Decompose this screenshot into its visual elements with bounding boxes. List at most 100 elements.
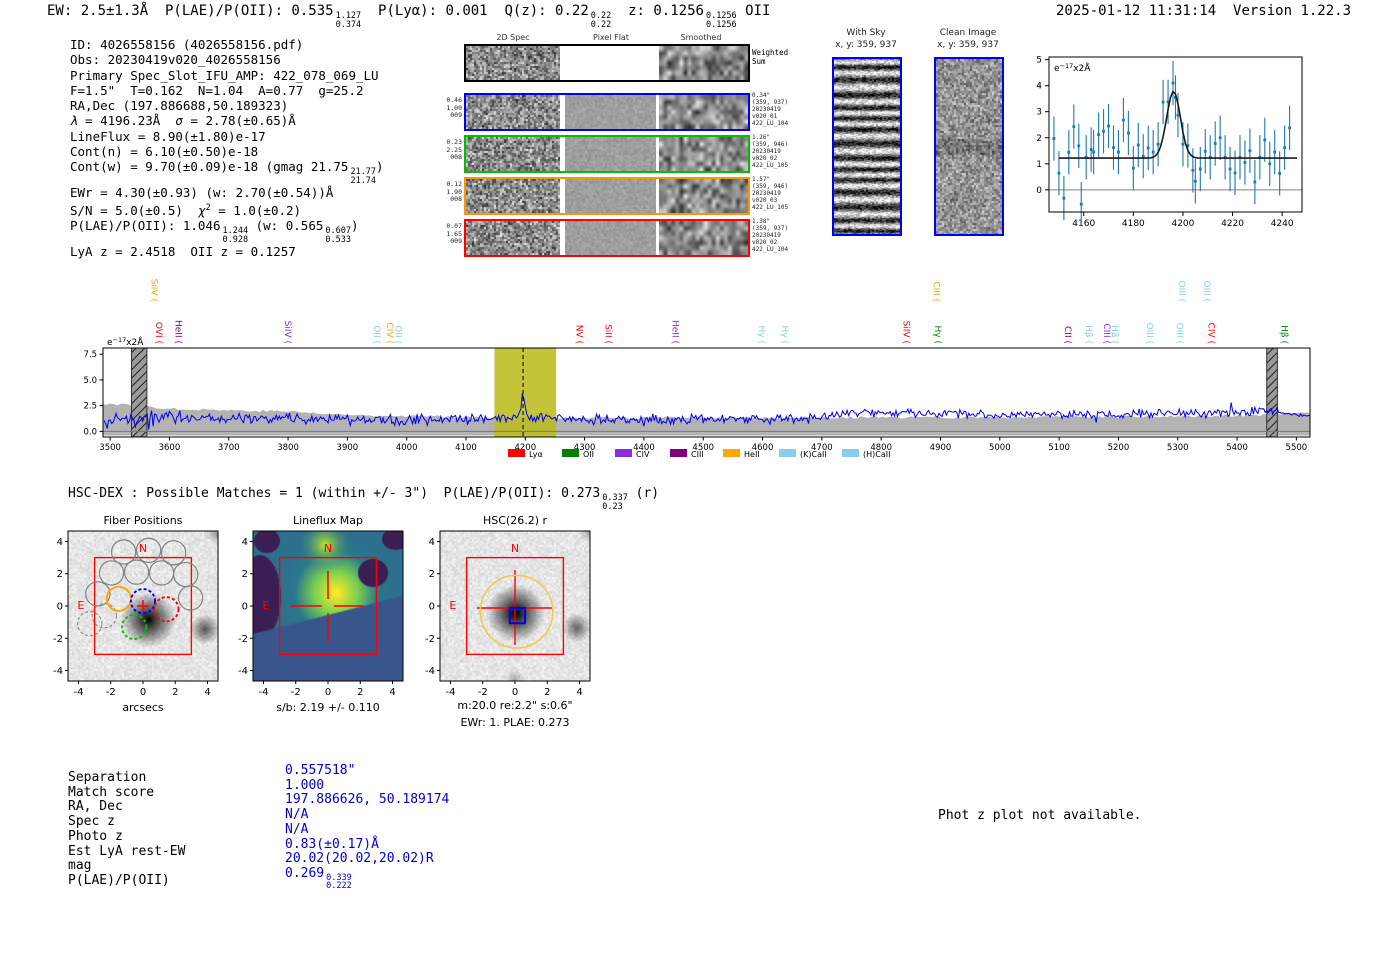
emission-line-label: Hβ ( <box>1083 325 1093 344</box>
fit-data-point <box>1079 202 1083 206</box>
fiber-circle-gray <box>173 561 199 588</box>
emission-line-label: NV ( <box>573 325 583 344</box>
fit-x-tick-label: 4160 <box>1072 219 1095 229</box>
fiber-circle-gray <box>98 560 125 586</box>
smoothed-image <box>659 221 748 255</box>
fit-data-point <box>1067 150 1071 154</box>
emission-line-label: CIV ( <box>1206 323 1216 344</box>
match-field-label: Est LyA rest-EW <box>68 843 186 859</box>
fit-y-tick-label: 2 <box>1036 134 1042 144</box>
spec2d-row-left-labels: 0.07 1.65 009 <box>446 222 462 245</box>
match-field-value: 0.557518" <box>285 763 356 778</box>
fit-data-point <box>1228 167 1232 171</box>
fit-data-point <box>1243 161 1247 164</box>
hsc-north-label: N <box>511 542 519 555</box>
spec-x-tick-label: 3500 <box>99 443 121 453</box>
fiber-circle-gray <box>177 585 204 611</box>
clean-image-coords: x, y: 359, 937 <box>937 39 999 50</box>
legend-label: (H)CaII <box>863 450 890 459</box>
spec2d-image <box>466 46 560 80</box>
fit-data-point <box>1141 154 1145 158</box>
fiber-x-tick-label: 4 <box>204 687 210 698</box>
fit-data-point <box>1146 146 1150 150</box>
lineflux-north-label: N <box>324 542 332 555</box>
cutout-maps-overlay: Fiber Positions -4 -4 -2 -2 0 0 2 2 4 4 N E Lineflux … <box>53 514 591 729</box>
emission-line-label: Hβ ( <box>1109 325 1119 344</box>
match-field-label: Match score <box>68 784 155 800</box>
fit-data-point <box>1077 144 1081 148</box>
emission-line-label: OIII ( <box>1201 281 1211 302</box>
fit-x-tick-label: 4240 <box>1271 219 1294 229</box>
info-line: P(LAE)/P(OII): 1.046 1.244 0.928 (w: 0.565… <box>70 218 359 245</box>
clean-image-header: Clean Image x, y: 359, 937 <box>908 28 1028 51</box>
hsc-x-tick-label: -4 <box>445 687 455 698</box>
hsc-catalog-box <box>508 607 527 625</box>
emission-line-label: HeII ( <box>172 320 182 344</box>
spec-x-tick-label: 5100 <box>1048 443 1070 453</box>
match-field-value: N/A <box>285 807 309 823</box>
legend-label: (K)CaII <box>800 450 827 459</box>
fiber-xlabel: arcsecs <box>122 701 164 714</box>
legend-swatch <box>508 449 525 457</box>
fiber-circle-gray-dashed <box>77 611 103 637</box>
match-field-value: 197.886626, 50.189174 <box>285 792 450 808</box>
detection-info-block: ID: 4026558156 (4026558156.pdf) Obs: 2023… <box>70 37 384 259</box>
hsc-aperture-circle <box>479 574 554 649</box>
match-field-value: 1.000 <box>285 777 325 793</box>
emission-line-label: CII ( <box>1062 326 1072 344</box>
header-timestamp: 2025-01-12 11:31:14 Version 1.22.3 <box>1056 3 1351 19</box>
match-field-label: Photo z <box>68 828 123 844</box>
info-line: RA,Dec (197.886688,50.189323) <box>70 98 289 114</box>
fit-data-point <box>1193 179 1197 183</box>
fit-data-point <box>1213 142 1217 145</box>
lineflux-x-tick-label: 0 <box>325 687 331 698</box>
spec2d-image <box>466 95 560 129</box>
legend-swatch <box>562 449 579 457</box>
fit-data-point <box>1102 129 1105 133</box>
fit-data-point <box>1072 125 1076 128</box>
version-label: Version 1.22.3 <box>1233 3 1352 19</box>
emission-line-label: OIII ( <box>1174 323 1184 344</box>
fit-data-point <box>1198 167 1202 171</box>
info-line: Primary Spec_Slot_IFU_AMP: 422_078_069_L… <box>70 67 379 83</box>
legend-swatch <box>723 449 740 457</box>
fiber-circle-selected <box>153 596 180 623</box>
match-field-label: RA, Dec <box>68 799 123 815</box>
spec-y-tick-label: 5.0 <box>83 376 97 386</box>
fiber-circle-gray <box>123 559 150 585</box>
spec-y-tick-label: 7.5 <box>83 350 97 360</box>
fit-data-point <box>1122 118 1125 122</box>
match-field-value: 20.02(20.02,20.02)R <box>285 851 434 867</box>
lineflux-y-tick-label: 0 <box>242 602 248 613</box>
timestamp: 2025-01-12 11:31:14 <box>1056 3 1217 19</box>
spec2d-row-right-labels: 1.57" (359, 946) 20230419 v020_03 422_LU_105 <box>752 176 789 212</box>
fit-data-point <box>1218 136 1222 140</box>
smoothed-image <box>659 179 748 213</box>
spec-x-tick-label: 4000 <box>396 443 418 453</box>
hsc-east-label: E <box>449 599 456 612</box>
info-line: LyA z = 2.4518 OII z = 0.1257 <box>70 244 296 260</box>
fit-data-point <box>1126 131 1130 135</box>
info-line: Obs: 20230419v020_4026558156 <box>70 52 281 68</box>
fiber-x-tick-label: 0 <box>140 687 146 698</box>
line-fit-plot: 4160 4180 4200 4220 4240012345e−17x2Å <box>1036 56 1303 229</box>
emission-line-label: Hγ ( <box>756 326 766 344</box>
spec2d-fiber-row <box>464 135 750 173</box>
hsc-x-tick-label: 0 <box>512 687 518 698</box>
spec2d-row-right-labels: 1.26" (359, 946) 20230419 v020_02 422_LU_105 <box>752 134 789 170</box>
stacked-uncertainty: 0.339 0.222 <box>326 872 352 892</box>
spec2d-image <box>466 179 560 213</box>
spec2d-row-right-labels: 1.38" (359, 937) 20230419 v020_02 422_LU_104 <box>752 218 789 254</box>
legend-swatch <box>779 449 796 457</box>
highlight-band <box>494 348 557 437</box>
emission-line-label: OII ( <box>371 325 381 344</box>
legend-label: OII <box>583 450 594 459</box>
info-line: λ = 4196.23Å σ = 2.78(±0.65)Å <box>70 113 296 129</box>
fiber-y-tick-label: -4 <box>53 666 63 677</box>
spec2d-fiber-row <box>464 93 750 131</box>
legend-swatch <box>615 449 632 457</box>
spec-x-tick-label: 5200 <box>1108 443 1130 453</box>
fit-data-point <box>1283 146 1287 150</box>
fit-data-point <box>1112 146 1115 150</box>
spec2d-row-left-labels: 0.46 1.00 009 <box>446 96 462 119</box>
